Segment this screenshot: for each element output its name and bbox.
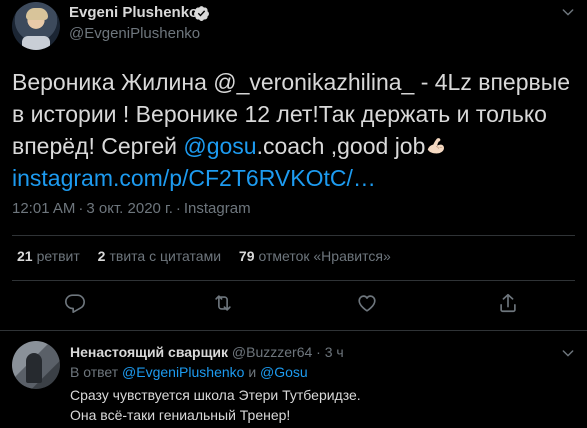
reply-to-user-link[interactable]: @Gosu [260, 364, 308, 380]
reply-tweet[interactable]: Ненастоящий сварщик @Buzzzer64 · 3 ч В о… [0, 331, 587, 428]
avatar-collar [22, 36, 50, 50]
likes-stat[interactable]: 79 отметок «Нравится» [239, 248, 391, 264]
tweet-date[interactable]: 3 окт. 2020 г. [86, 200, 172, 217]
verified-badge-icon [194, 6, 209, 21]
reply-to-prefix: В ответ [70, 364, 123, 380]
reply-display-name[interactable]: Ненастоящий сварщик [70, 344, 228, 360]
tweet-stats: 21 ретвит 2 твита с цитатами 79 отметок «Нр… [17, 248, 405, 264]
avatar-figure [26, 353, 42, 383]
retweets-stat[interactable]: 21 ретвит [17, 248, 80, 264]
divider [12, 235, 575, 236]
instagram-link[interactable]: instagram.com/p/CF2T6RVKOtC/… [12, 165, 376, 191]
tweet-source[interactable]: Instagram [184, 200, 251, 217]
likes-label: отметок «Нравится» [258, 248, 391, 264]
author-handle[interactable]: @EvgeniPlushenko [69, 25, 200, 42]
likes-count: 79 [238, 248, 255, 264]
reply-time[interactable]: 3 ч [325, 344, 344, 360]
reply-text-line: Сразу чувствуется школа Этери Тутберидзе… [70, 387, 361, 403]
reply-handle[interactable]: @Buzzzer64 [232, 344, 312, 360]
tweet-meta: 12:01 AM · 3 окт. 2020 г. · Instagram [12, 200, 251, 217]
chevron-down-icon[interactable] [560, 4, 576, 20]
quotes-stat[interactable]: 2 твита с цитатами [98, 248, 221, 264]
reply-to-and: и [244, 364, 261, 380]
flexed-biceps-icon [428, 138, 445, 154]
reply-avatar[interactable] [12, 341, 60, 389]
reply-to-line: В ответ @EvgeniPlushenko и @Gosu [70, 364, 308, 380]
tweet-text-part2: .coach ,good job [256, 133, 426, 159]
author-display-name[interactable]: Evgeni Plushenko [69, 4, 198, 21]
quotes-label: твита с цитатами [109, 248, 222, 264]
mention-gosu-link[interactable]: @gosu [183, 133, 256, 159]
divider [12, 280, 575, 281]
main-tweet: Evgeni Plushenko @EvgeniPlushenko Верони… [0, 0, 587, 331]
like-icon[interactable] [356, 292, 378, 314]
reply-text: Сразу чувствуется школа Этери Тутберидзе… [70, 385, 570, 425]
reply-to-user-link[interactable]: @EvgeniPlushenko [122, 364, 244, 380]
meta-separator: · [78, 200, 84, 217]
tweet-text: Вероника Жилина @_veronikazhilina_ - 4Lz… [12, 66, 572, 194]
reply-text-line: Она всё-таки гениальный Тренер! [70, 407, 291, 423]
tweet-actions [0, 292, 587, 316]
quotes-count: 2 [97, 248, 106, 264]
tweet-time[interactable]: 12:01 AM [12, 200, 75, 217]
author-avatar[interactable] [12, 2, 60, 50]
chevron-down-icon[interactable] [560, 345, 576, 361]
reply-header: Ненастоящий сварщик @Buzzzer64 · 3 ч [70, 344, 344, 360]
retweets-label: ретвит [36, 248, 80, 264]
share-icon[interactable] [497, 292, 519, 314]
reply-dot: · [316, 344, 321, 360]
meta-separator: · [175, 200, 181, 217]
retweets-count: 21 [17, 248, 33, 264]
retweet-icon[interactable] [212, 292, 234, 314]
avatar-hair [26, 8, 48, 20]
reply-icon[interactable] [64, 292, 86, 314]
